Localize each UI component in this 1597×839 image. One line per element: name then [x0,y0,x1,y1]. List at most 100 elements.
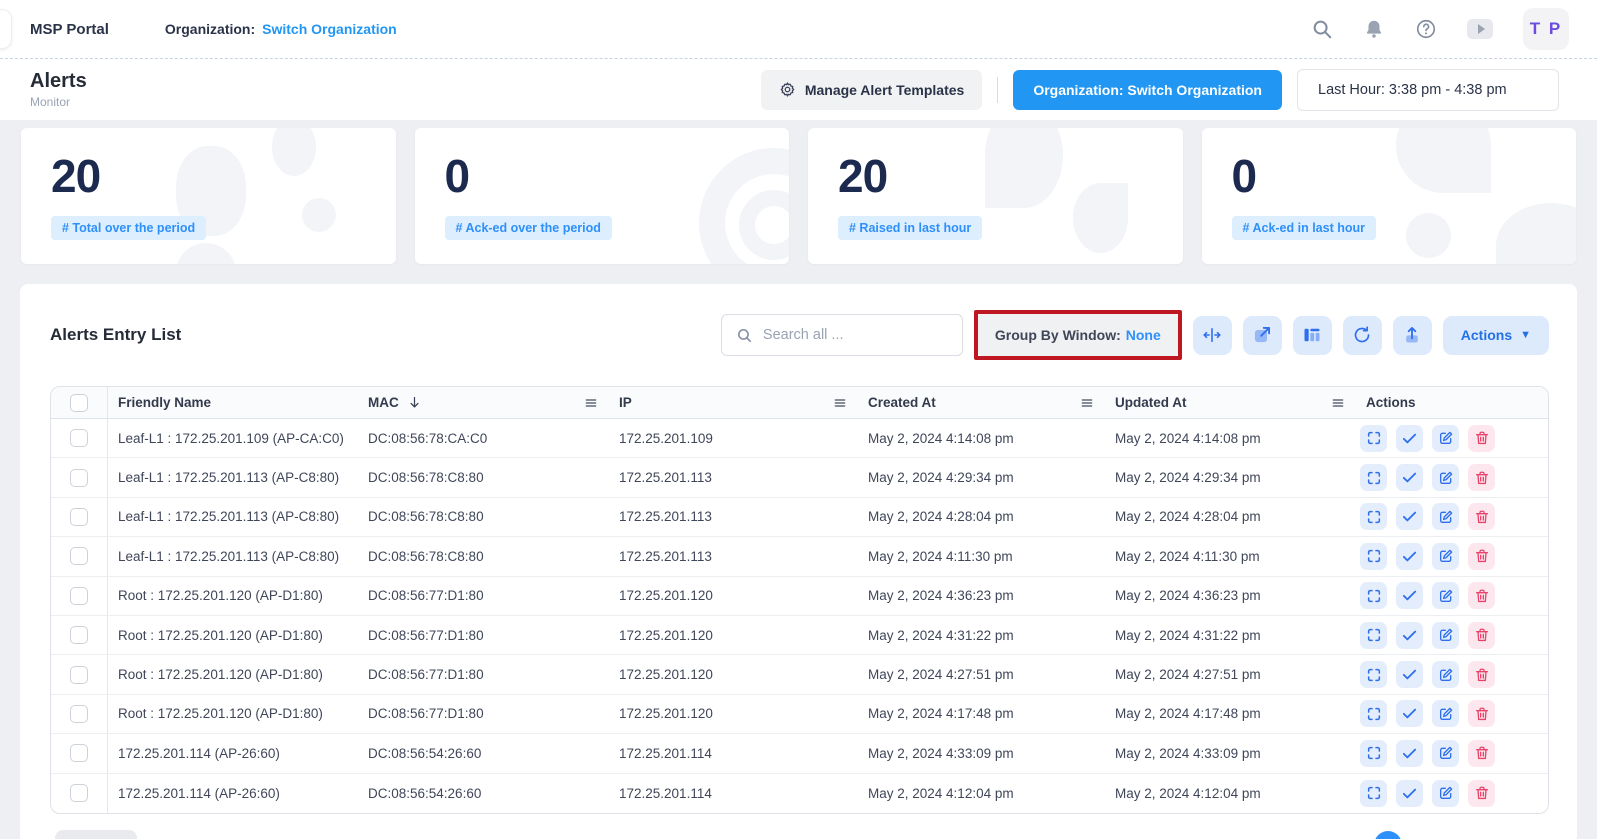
sort-descending-icon[interactable] [407,395,422,410]
row-checkbox[interactable] [70,666,88,684]
acknowledge-alert-button[interactable] [1396,700,1423,727]
edit-alert-button[interactable] [1432,582,1459,609]
expand-icon [1366,706,1382,722]
delete-alert-button[interactable] [1468,661,1495,688]
acknowledge-alert-button[interactable] [1396,582,1423,609]
table-row[interactable]: 172.25.201.114 (AP-26:60) DC:08:56:54:26… [51,774,1548,813]
expand-alert-button[interactable] [1360,622,1387,649]
expand-alert-button[interactable] [1360,464,1387,491]
edit-alert-button[interactable] [1432,780,1459,807]
stat-label-badge: # Ack-ed in last hour [1232,216,1376,240]
sidebar-edge-toggle[interactable] [0,9,12,49]
acknowledge-alert-button[interactable] [1396,622,1423,649]
edit-alert-button[interactable] [1432,503,1459,530]
delete-alert-button[interactable] [1468,425,1495,452]
delete-alert-button[interactable] [1468,740,1495,767]
search-icon[interactable] [1311,18,1333,40]
open-external-button[interactable] [1243,316,1282,355]
search-input[interactable] [763,327,948,343]
select-all-checkbox[interactable] [70,394,88,412]
edit-alert-button[interactable] [1432,740,1459,767]
expand-alert-button[interactable] [1360,661,1387,688]
column-header-ip[interactable]: IP [609,395,858,411]
delete-alert-button[interactable] [1468,700,1495,727]
acknowledge-alert-button[interactable] [1396,661,1423,688]
table-row[interactable]: Leaf-L1 : 172.25.201.113 (AP-C8:80) DC:0… [51,537,1548,576]
help-icon[interactable] [1415,18,1437,40]
row-checkbox[interactable] [70,705,88,723]
column-header-friendly-name[interactable]: Friendly Name [108,395,358,410]
page-size-selector[interactable] [55,830,137,839]
edit-alert-button[interactable] [1432,700,1459,727]
column-header-actions: Actions [1356,395,1548,410]
row-checkbox[interactable] [70,508,88,526]
row-checkbox[interactable] [70,547,88,565]
column-header-mac[interactable]: MAC [358,395,609,411]
row-checkbox[interactable] [70,469,88,487]
expand-alert-button[interactable] [1360,700,1387,727]
expand-alert-button[interactable] [1360,740,1387,767]
row-checkbox[interactable] [70,784,88,802]
time-range-button[interactable]: Last Hour: 3:38 pm - 4:38 pm [1297,69,1559,111]
columns-button[interactable] [1293,316,1332,355]
acknowledge-alert-button[interactable] [1396,780,1423,807]
table-row[interactable]: Root : 172.25.201.120 (AP-D1:80) DC:08:5… [51,616,1548,655]
delete-alert-button[interactable] [1468,543,1495,570]
switch-organization-link[interactable]: Switch Organization [262,21,397,37]
column-header-updated-at[interactable]: Updated At [1105,395,1356,411]
expand-horizontal-button[interactable] [1193,316,1232,355]
acknowledge-check-icon [1401,745,1418,762]
acknowledge-alert-button[interactable] [1396,543,1423,570]
delete-alert-button[interactable] [1468,780,1495,807]
column-menu-icon[interactable] [1330,395,1346,411]
manage-alert-templates-button[interactable]: Manage Alert Templates [761,70,983,110]
row-checkbox[interactable] [70,429,88,447]
table-row[interactable]: Leaf-L1 : 172.25.201.113 (AP-C8:80) DC:0… [51,458,1548,497]
table-row[interactable]: Leaf-L1 : 172.25.201.113 (AP-C8:80) DC:0… [51,498,1548,537]
table-row[interactable]: Root : 172.25.201.120 (AP-D1:80) DC:08:5… [51,577,1548,616]
refresh-button[interactable] [1343,316,1382,355]
edit-alert-button[interactable] [1432,425,1459,452]
divider [997,77,998,103]
acknowledge-alert-button[interactable] [1396,503,1423,530]
notifications-bell-icon[interactable] [1363,18,1385,40]
created-at-cell: May 2, 2024 4:14:08 pm [858,431,1105,446]
user-avatar[interactable]: T P [1523,8,1569,50]
table-row[interactable]: 172.25.201.114 (AP-26:60) DC:08:56:54:26… [51,734,1548,773]
updated-at-cell: May 2, 2024 4:11:30 pm [1105,549,1356,564]
expand-alert-button[interactable] [1360,425,1387,452]
row-checkbox[interactable] [70,587,88,605]
expand-alert-button[interactable] [1360,503,1387,530]
actions-dropdown-button[interactable]: Actions ▼ [1443,316,1549,355]
table-row[interactable]: Root : 172.25.201.120 (AP-D1:80) DC:08:5… [51,655,1548,694]
edit-alert-button[interactable] [1432,464,1459,491]
acknowledge-alert-button[interactable] [1396,740,1423,767]
table-row[interactable]: Leaf-L1 : 172.25.201.109 (AP-CA:C0) DC:0… [51,419,1548,458]
export-button[interactable] [1393,316,1432,355]
search-box[interactable] [721,314,963,356]
acknowledge-alert-button[interactable] [1396,425,1423,452]
delete-alert-button[interactable] [1468,464,1495,491]
column-header-created-at[interactable]: Created At [858,395,1105,411]
column-menu-icon[interactable] [583,395,599,411]
column-menu-icon[interactable] [832,395,848,411]
delete-alert-button[interactable] [1468,622,1495,649]
row-checkbox[interactable] [70,626,88,644]
select-all-cell [51,387,108,418]
expand-alert-button[interactable] [1360,543,1387,570]
row-select-cell [51,774,108,813]
expand-alert-button[interactable] [1360,780,1387,807]
video-tutorial-icon[interactable] [1467,19,1493,39]
edit-alert-button[interactable] [1432,543,1459,570]
organization-filter-button[interactable]: Organization: Switch Organization [1013,70,1282,110]
delete-alert-button[interactable] [1468,503,1495,530]
edit-alert-button[interactable] [1432,661,1459,688]
group-by-window-button[interactable]: Group By Window:None [978,314,1178,356]
row-checkbox[interactable] [70,744,88,762]
expand-alert-button[interactable] [1360,582,1387,609]
table-row[interactable]: Root : 172.25.201.120 (AP-D1:80) DC:08:5… [51,695,1548,734]
acknowledge-alert-button[interactable] [1396,464,1423,491]
column-menu-icon[interactable] [1079,395,1095,411]
edit-alert-button[interactable] [1432,622,1459,649]
delete-alert-button[interactable] [1468,582,1495,609]
